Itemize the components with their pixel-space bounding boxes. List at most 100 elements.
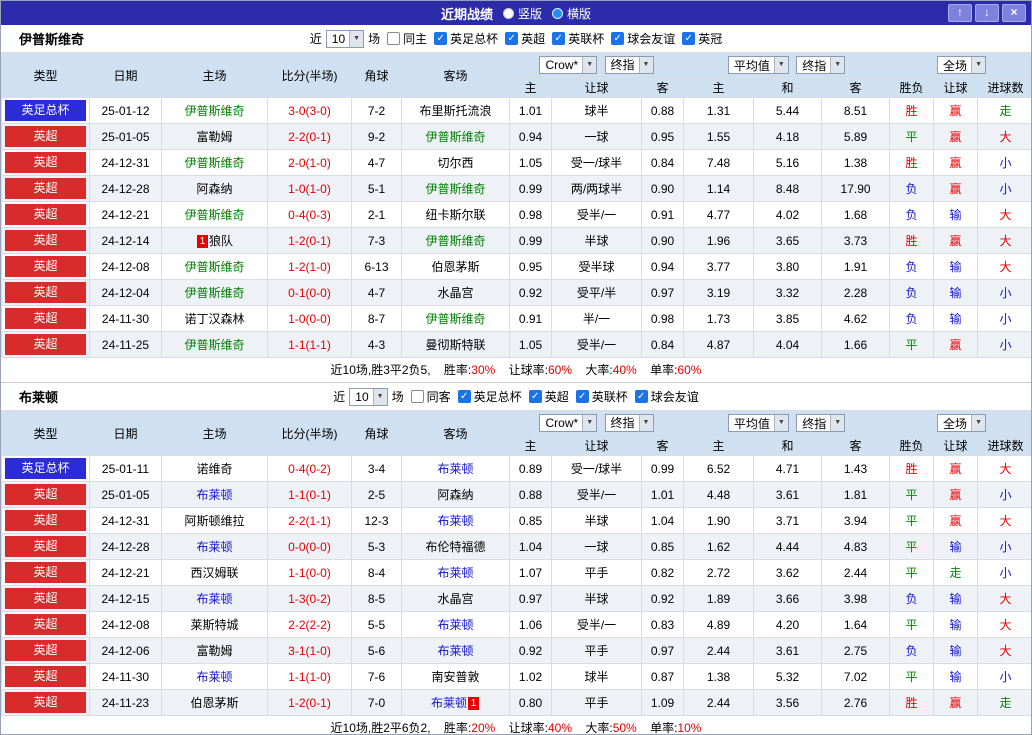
filter-bar: 近 10 ▼ 场同主 ✓ 英足总杯 ✓ 英超 ✓ 英联杯 ✓ 球会友谊 ✓ 英冠 [1,29,1031,48]
handicap-result-cell: 赢 [933,149,979,176]
competition-badge: 英超 [5,510,86,531]
competition-checkbox[interactable]: ✓ 英超 [528,388,569,405]
competition-cell: 英超 [1,663,90,690]
score-cell: 1-3(0-2) [267,585,352,612]
section-header: 布莱顿 近 10 ▼ 场同客 ✓ 英足总杯 ✓ 英超 ✓ 英联杯 ✓ 球会友谊 [1,383,1031,410]
avg-away-cell: 3.94 [821,507,891,534]
average-select[interactable]: 平均值 ▼ [727,414,789,432]
col-header-date: 日期 [89,410,162,456]
handicap-cell: 受平/半 [551,279,642,306]
date-cell: 25-01-05 [89,123,162,150]
avg-draw-cell: 5.44 [753,97,823,124]
competition-checkbox[interactable]: ✓ 英冠 [682,30,722,47]
handicap-cell: 一球 [551,533,642,560]
competition-checkbox[interactable]: ✓ 球会友谊 [611,30,675,47]
bookmaker-select[interactable]: Crow* ▼ [539,56,598,75]
competition-checkbox[interactable]: ✓ 英联杯 [575,388,628,405]
competition-checkbox[interactable]: ✓ 球会友谊 [634,388,699,405]
home-team-cell: 富勒姆 [161,637,268,664]
away-team-name: 布莱顿 [437,514,474,528]
match-count-value: 10 [331,31,346,46]
competition-cell: 英超 [1,585,90,612]
avg-home-cell: 1.55 [683,123,755,150]
fulltime-select[interactable]: 全场 ▼ [937,56,987,74]
competition-cell: 英超 [1,533,90,560]
bookmaker-select-value: Crow* [545,58,579,73]
chevron-down-icon: ▼ [638,56,653,73]
fulltime-select[interactable]: 全场 ▼ [937,414,987,432]
home-odds-cell: 0.88 [509,481,552,508]
match-count-select[interactable]: 10 ▼ [349,387,388,406]
handicap-result-cell: 输 [933,253,979,280]
handicap-result-cell: 输 [933,585,979,612]
odds-stage-select[interactable]: 终指 ▼ [604,413,654,432]
move-down-button[interactable]: ↓ [975,4,999,22]
competition-checkbox[interactable]: ✓ 英超 [505,30,545,47]
home-odds-cell: 0.92 [509,279,552,306]
competition-cell: 英足总杯 [1,455,90,482]
col-header-date: 日期 [89,52,162,98]
avg-away-cell: 1.66 [821,331,891,358]
match-count-select[interactable]: 10 ▼ [325,29,365,48]
away-team-name: 阿森纳 [437,488,474,502]
corner-cell: 7-6 [351,663,402,690]
competition-cell: 英超 [1,689,90,716]
corner-cell: 7-3 [351,227,402,254]
avg-draw-cell: 3.61 [753,637,823,664]
result-cell: 胜 [889,149,935,176]
corner-cell: 4-7 [351,279,402,306]
competition-label: 英足总杯 [450,32,499,46]
vertical-view-radio[interactable]: 竖版 [502,5,542,22]
competition-badge: 英超 [5,256,86,277]
competition-label: 球会友谊 [627,32,676,46]
home-odds-cell: 1.04 [509,533,552,560]
goals-result-cell: 大 [977,201,1031,228]
score-cell: 1-2(0-1) [267,227,352,254]
checkbox-checked-icon: ✓ [611,32,625,45]
avg-draw-cell: 3.65 [753,227,823,254]
same-venue-checkbox[interactable]: 同客 [410,388,451,405]
goals-result-cell: 大 [977,123,1031,150]
fulltime-header-cell: 全场 ▼ [889,52,1031,78]
average-stage-select[interactable]: 终指 ▼ [796,56,846,74]
move-up-button[interactable]: ↑ [948,4,972,22]
subcol-result: 胜负 [889,77,935,98]
score-cell: 0-1(0-0) [267,279,352,306]
matches-table: 类型 日期 主场 比分(半场) 角球 客场 Crow* ▼ 终指 ▼ 平均值 ▼ 终指… [1,410,1031,716]
chevron-down-icon: ▼ [971,415,986,431]
goals-result-cell: 走 [977,689,1031,716]
away-team-name: 布莱顿 [437,618,474,632]
away-team-name: 布里斯托流浪 [419,104,492,118]
close-button[interactable]: × [1002,4,1026,22]
competition-checkbox[interactable]: ✓ 英足总杯 [457,388,522,405]
home-odds-cell: 1.05 [509,331,552,358]
competition-badge: 英足总杯 [5,100,86,121]
match-row: 英超 24-12-08 伊普斯维奇 1-2(1-0) 6-13 伯恩茅斯 0.95 受半球 0.… [1,253,1031,280]
avg-draw-cell: 4.18 [753,123,823,150]
match-row: 英超 24-12-28 阿森纳 1-0(1-0) 5-1 伊普斯维奇 0.99 两/两球半 0.… [1,175,1031,202]
horizontal-view-radio[interactable]: 横版 [552,5,591,22]
competition-cell: 英超 [1,227,90,254]
away-odds-cell: 0.97 [640,637,685,664]
average-stage-select[interactable]: 终指 ▼ [796,414,846,432]
result-cell: 平 [889,559,935,586]
odds-stage-select[interactable]: 终指 ▼ [604,55,654,74]
away-team-name: 伊普斯维奇 [425,312,486,326]
home-odds-cell: 1.02 [509,663,552,690]
score-cell: 2-2(1-1) [267,507,352,534]
date-cell: 24-11-25 [89,331,162,358]
bookmaker-select[interactable]: Crow* ▼ [539,414,598,433]
handicap-cell: 半球 [551,585,642,612]
same-venue-checkbox[interactable]: 同主 [387,30,427,47]
competition-checkbox[interactable]: ✓ 英足总杯 [434,30,498,47]
home-team-cell: 伊普斯维奇 [161,201,268,228]
goals-result-cell: 小 [977,663,1031,690]
home-odds-cell: 0.94 [509,123,552,150]
average-select[interactable]: 平均值 ▼ [727,56,789,74]
same-venue-label: 同主 [403,32,428,46]
avg-home-cell: 4.89 [683,611,755,638]
titlebar-center: 近期战绩 竖版 横版 [1,4,1031,23]
corner-cell: 9-2 [351,123,402,150]
competition-checkbox[interactable]: ✓ 英联杯 [552,30,604,47]
subcol-result: 胜负 [889,435,935,456]
